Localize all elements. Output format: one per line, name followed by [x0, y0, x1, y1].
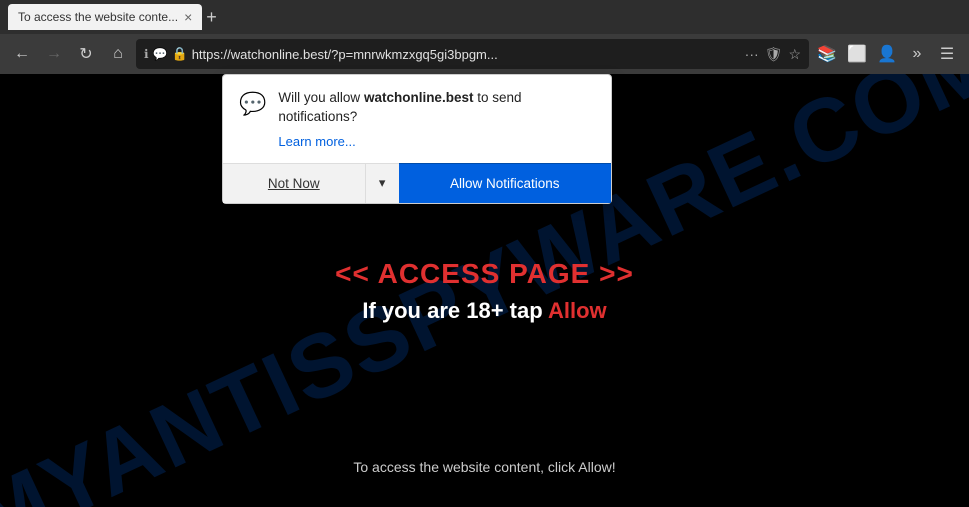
- popup-question: Will you allow watchonline.best to send …: [278, 89, 595, 127]
- popup-body: 💬 Will you allow watchonline.best to sen…: [223, 75, 611, 161]
- access-title: << ACCESS PAGE >>: [335, 258, 634, 290]
- popup-text-area: Will you allow watchonline.best to send …: [278, 89, 595, 151]
- footer-area: To access the website content, click All…: [0, 459, 969, 477]
- lock-icon: 🔒: [172, 46, 188, 62]
- more-icon[interactable]: ···: [745, 46, 759, 62]
- notification-popup: 💬 Will you allow watchonline.best to sen…: [222, 74, 612, 204]
- allow-notifications-button[interactable]: Allow Notifications: [399, 163, 611, 203]
- tab-title: To access the website conte...: [18, 10, 178, 24]
- new-tab-button[interactable]: +: [206, 8, 217, 26]
- popup-site-name: watchonline.best: [364, 90, 474, 105]
- info-icon: ℹ: [144, 47, 149, 61]
- menu-button[interactable]: ☰: [933, 40, 961, 68]
- tab-bar: To access the website conte... × +: [0, 0, 969, 34]
- address-right-icons: ··· 🛡 ☆: [745, 46, 801, 63]
- access-content: << ACCESS PAGE >> If you are 18+ tap All…: [335, 258, 634, 324]
- active-tab[interactable]: To access the website conte... ×: [8, 4, 202, 30]
- not-now-button[interactable]: Not Now: [223, 163, 365, 203]
- back-button[interactable]: ←: [8, 40, 36, 68]
- nav-right-icons: 📚 ⬜ 👤 » ☰: [813, 40, 961, 68]
- popup-learn-more-link[interactable]: Learn more...: [278, 134, 355, 149]
- tab-view-button[interactable]: ⬜: [843, 40, 871, 68]
- popup-chat-icon: 💬: [239, 91, 266, 117]
- profile-button[interactable]: 👤: [873, 40, 901, 68]
- popup-actions: Not Now ▾ Allow Notifications: [223, 163, 611, 203]
- access-subtitle: If you are 18+ tap Allow: [335, 298, 634, 324]
- forward-button[interactable]: →: [40, 40, 68, 68]
- footer-text: To access the website content, click All…: [353, 459, 615, 475]
- star-icon[interactable]: ☆: [788, 46, 801, 63]
- address-icons: ℹ 💬 🔒: [144, 46, 188, 62]
- subtitle-prefix: If you are 18+ tap: [362, 298, 548, 323]
- home-button[interactable]: ⌂: [104, 40, 132, 68]
- tab-close-button[interactable]: ×: [184, 10, 192, 24]
- browser-chrome: To access the website conte... × + ← → ↻…: [0, 0, 969, 74]
- subtitle-allow: Allow: [548, 298, 607, 323]
- not-now-dropdown-button[interactable]: ▾: [365, 163, 399, 203]
- popup-question-prefix: Will you allow: [278, 90, 364, 105]
- reload-button[interactable]: ↻: [72, 40, 100, 68]
- nav-bar: ← → ↻ ⌂ ℹ 💬 🔒 https://watchonline.best/?…: [0, 34, 969, 74]
- shield-icon[interactable]: 🛡: [765, 46, 783, 63]
- url-text: https://watchonline.best/?p=mnrwkmzxgq5g…: [192, 47, 741, 62]
- overflow-button[interactable]: »: [903, 40, 931, 68]
- address-bar[interactable]: ℹ 💬 🔒 https://watchonline.best/?p=mnrwkm…: [136, 39, 809, 69]
- chat-icon: 💬: [153, 47, 168, 61]
- library-button[interactable]: 📚: [813, 40, 841, 68]
